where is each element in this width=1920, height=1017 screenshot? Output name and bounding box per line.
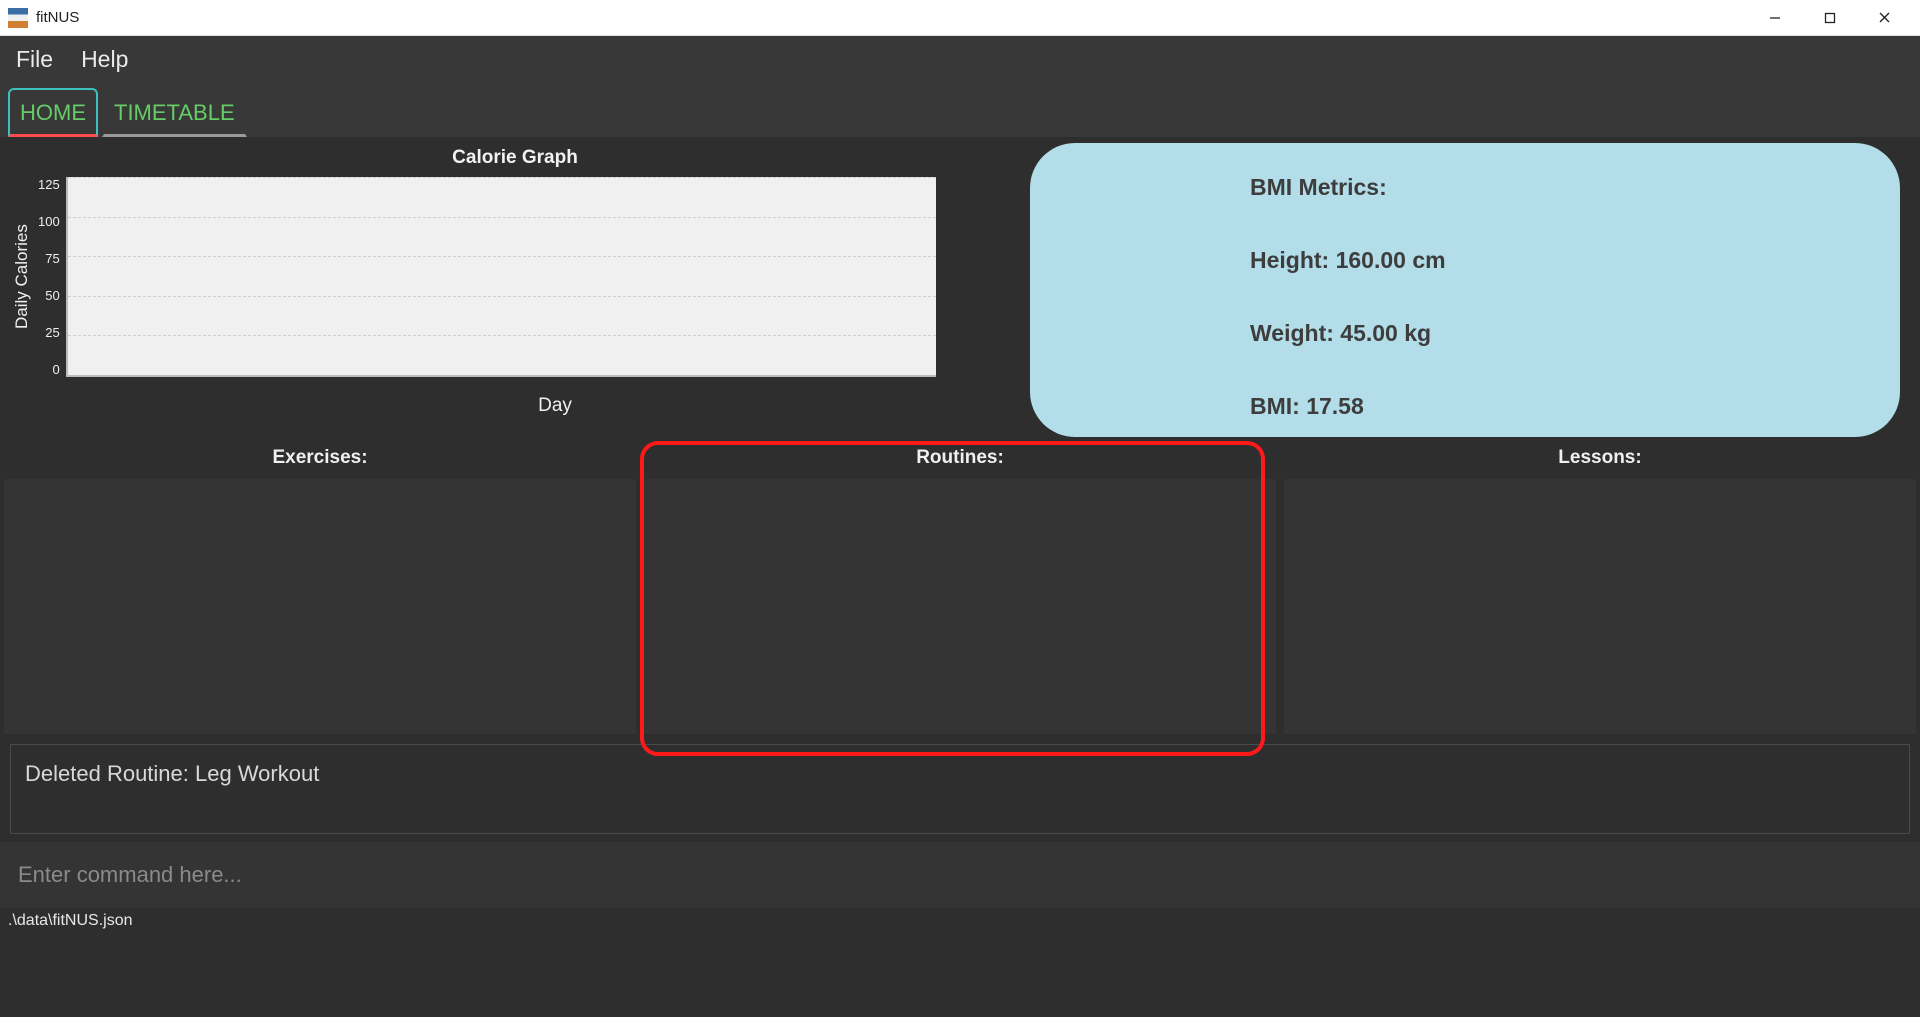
- titlebar: fitNUS: [0, 0, 1920, 36]
- ytick: 100: [38, 214, 60, 229]
- bmi-panel: BMI Metrics: Height: 160.00 cm Weight: 4…: [1030, 143, 1900, 437]
- tab-timetable[interactable]: TIMETABLE: [102, 88, 247, 137]
- bmi-value: BMI: 17.58: [1250, 393, 1840, 420]
- exercises-header: Exercises:: [0, 439, 640, 479]
- routines-list[interactable]: [644, 479, 1276, 734]
- exercises-column: Exercises:: [0, 439, 640, 734]
- command-input[interactable]: [18, 862, 1902, 888]
- exercises-list[interactable]: [4, 479, 636, 734]
- routines-column: Routines:: [640, 439, 1280, 734]
- ytick: 75: [45, 251, 59, 266]
- ytick: 125: [38, 177, 60, 192]
- minimize-button[interactable]: [1747, 0, 1802, 36]
- lessons-column: Lessons:: [1280, 439, 1920, 734]
- maximize-button[interactable]: [1802, 0, 1857, 36]
- ytick: 0: [52, 362, 59, 377]
- ytick: 25: [45, 325, 59, 340]
- bmi-title: BMI Metrics:: [1250, 174, 1840, 201]
- menu-help[interactable]: Help: [81, 46, 128, 73]
- bmi-weight: Weight: 45.00 kg: [1250, 320, 1840, 347]
- tab-bar: HOME TIMETABLE: [0, 82, 1920, 137]
- calorie-chart-panel: Calorie Graph Daily Calories 125 100 75 …: [0, 137, 1030, 437]
- menu-bar: File Help: [0, 36, 1920, 82]
- command-bar: [0, 842, 1920, 908]
- routines-header: Routines:: [640, 439, 1280, 479]
- chart-plot-area: [66, 177, 936, 377]
- window-title: fitNUS: [36, 9, 79, 26]
- message-panel: Deleted Routine: Leg Workout: [10, 744, 1910, 834]
- close-button[interactable]: [1857, 0, 1912, 36]
- lessons-list[interactable]: [1284, 479, 1916, 734]
- message-text: Deleted Routine: Leg Workout: [25, 761, 319, 786]
- chart-x-axis-label: Day: [88, 395, 1022, 417]
- chart-y-axis-label: Daily Calories: [8, 177, 36, 377]
- chart-y-axis-ticks: 125 100 75 50 25 0: [36, 177, 66, 377]
- bmi-height: Height: 160.00 cm: [1250, 247, 1840, 274]
- menu-file[interactable]: File: [16, 46, 53, 73]
- app-icon: [8, 8, 28, 28]
- lessons-header: Lessons:: [1280, 439, 1920, 479]
- tab-home[interactable]: HOME: [8, 88, 98, 137]
- ytick: 50: [45, 288, 59, 303]
- status-bar: .\data\fitNUS.json: [0, 908, 1920, 934]
- chart-title: Calorie Graph: [8, 147, 1022, 169]
